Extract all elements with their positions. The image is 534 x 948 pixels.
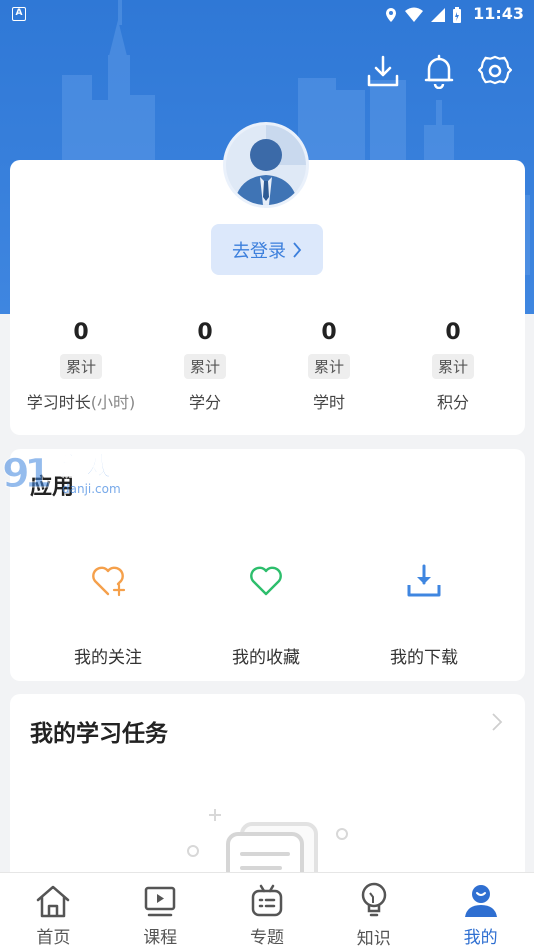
apps-card: 应用 9 1 游戏 danji.com 我的关注 我的收藏 我的下载 <box>2 449 525 681</box>
gear-icon[interactable] <box>478 52 512 90</box>
chevron-right-icon[interactable] <box>491 712 503 732</box>
tab-label: 课程 <box>143 928 178 948</box>
stat-tag: 累计 <box>59 354 102 379</box>
stat-tag: 累计 <box>307 354 350 379</box>
apps-grid: 我的关注 我的收藏 我的下载 <box>10 561 525 668</box>
profile-card: 去登录 0 累计 学习时长(小时) 0 累计 学分 0 累计 学时 0 累计 积… <box>10 122 525 435</box>
tab-label: 专题 <box>249 928 284 948</box>
stat-credits[interactable]: 0 累计 学分 <box>143 318 267 413</box>
tab-mine[interactable]: 我的 <box>427 873 534 948</box>
app-my-follows[interactable]: 我的关注 <box>29 561 187 668</box>
topic-icon <box>247 881 287 920</box>
chevron-right-icon <box>293 241 302 258</box>
svg-text:danji.com: danji.com <box>62 482 121 496</box>
tab-label: 我的 <box>463 928 498 948</box>
stat-points[interactable]: 0 累计 积分 <box>391 318 515 413</box>
stats-row: 0 累计 学习时长(小时) 0 累计 学分 0 累计 学时 0 累计 积分 <box>10 318 525 413</box>
tab-label: 首页 <box>36 928 71 948</box>
heart-icon <box>246 561 286 601</box>
stat-class-hours[interactable]: 0 累计 学时 <box>267 318 391 413</box>
status-time: 11:43 <box>473 4 524 23</box>
stat-label: 学时 <box>312 393 345 412</box>
stat-study-hours[interactable]: 0 累计 学习时长(小时) <box>19 318 143 413</box>
app-my-downloads[interactable]: 我的下载 <box>345 561 503 668</box>
stat-label: 积分 <box>436 393 469 412</box>
tab-courses[interactable]: 课程 <box>107 873 214 948</box>
battery-icon <box>453 7 461 23</box>
tab-home[interactable]: 首页 <box>0 873 107 948</box>
login-label: 去登录 <box>232 240 286 262</box>
home-icon <box>33 881 73 920</box>
user-icon <box>461 881 501 920</box>
stat-tag: 累计 <box>431 354 474 379</box>
stat-value: 0 <box>445 320 461 345</box>
stat-tag: 累计 <box>183 354 226 379</box>
learning-tasks-card[interactable]: 我的学习任务 <box>10 694 525 894</box>
tab-knowledge[interactable]: 知识 <box>320 873 427 948</box>
lightbulb-icon <box>354 881 394 921</box>
bell-icon[interactable] <box>422 52 456 90</box>
app-notification-icon: A <box>12 7 26 21</box>
watermark-logo: 9 1 游戏 danji.com <box>2 451 121 498</box>
stat-value: 0 <box>73 320 89 345</box>
download-icon[interactable] <box>366 52 400 90</box>
play-screen-icon <box>140 881 180 920</box>
heart-plus-icon <box>88 561 128 601</box>
app-label: 我的关注 <box>74 648 142 668</box>
stat-label: 学习时长(小时) <box>26 393 136 412</box>
location-icon <box>386 8 396 22</box>
avatar[interactable] <box>223 122 309 208</box>
stat-value: 0 <box>197 320 213 345</box>
app-label: 我的下载 <box>390 648 458 668</box>
svg-text:游戏: 游戏 <box>60 452 112 482</box>
svg-text:1: 1 <box>24 451 52 497</box>
tasks-title: 我的学习任务 <box>30 721 168 747</box>
bottom-tab-bar: 首页 课程 专题 知识 我的 <box>0 872 534 948</box>
tab-label: 知识 <box>356 929 391 948</box>
stat-label: 学分 <box>188 393 221 412</box>
stat-value: 0 <box>321 320 337 345</box>
signal-icon <box>431 8 445 22</box>
app-label: 我的收藏 <box>232 648 300 668</box>
status-bar: A 11:43 <box>0 0 534 30</box>
app-my-favorites[interactable]: 我的收藏 <box>187 561 345 668</box>
wifi-icon <box>405 7 423 22</box>
header-actions <box>366 52 512 90</box>
login-button[interactable]: 去登录 <box>211 224 323 275</box>
tab-topics[interactable]: 专题 <box>214 873 321 948</box>
download-tray-icon <box>404 561 444 601</box>
